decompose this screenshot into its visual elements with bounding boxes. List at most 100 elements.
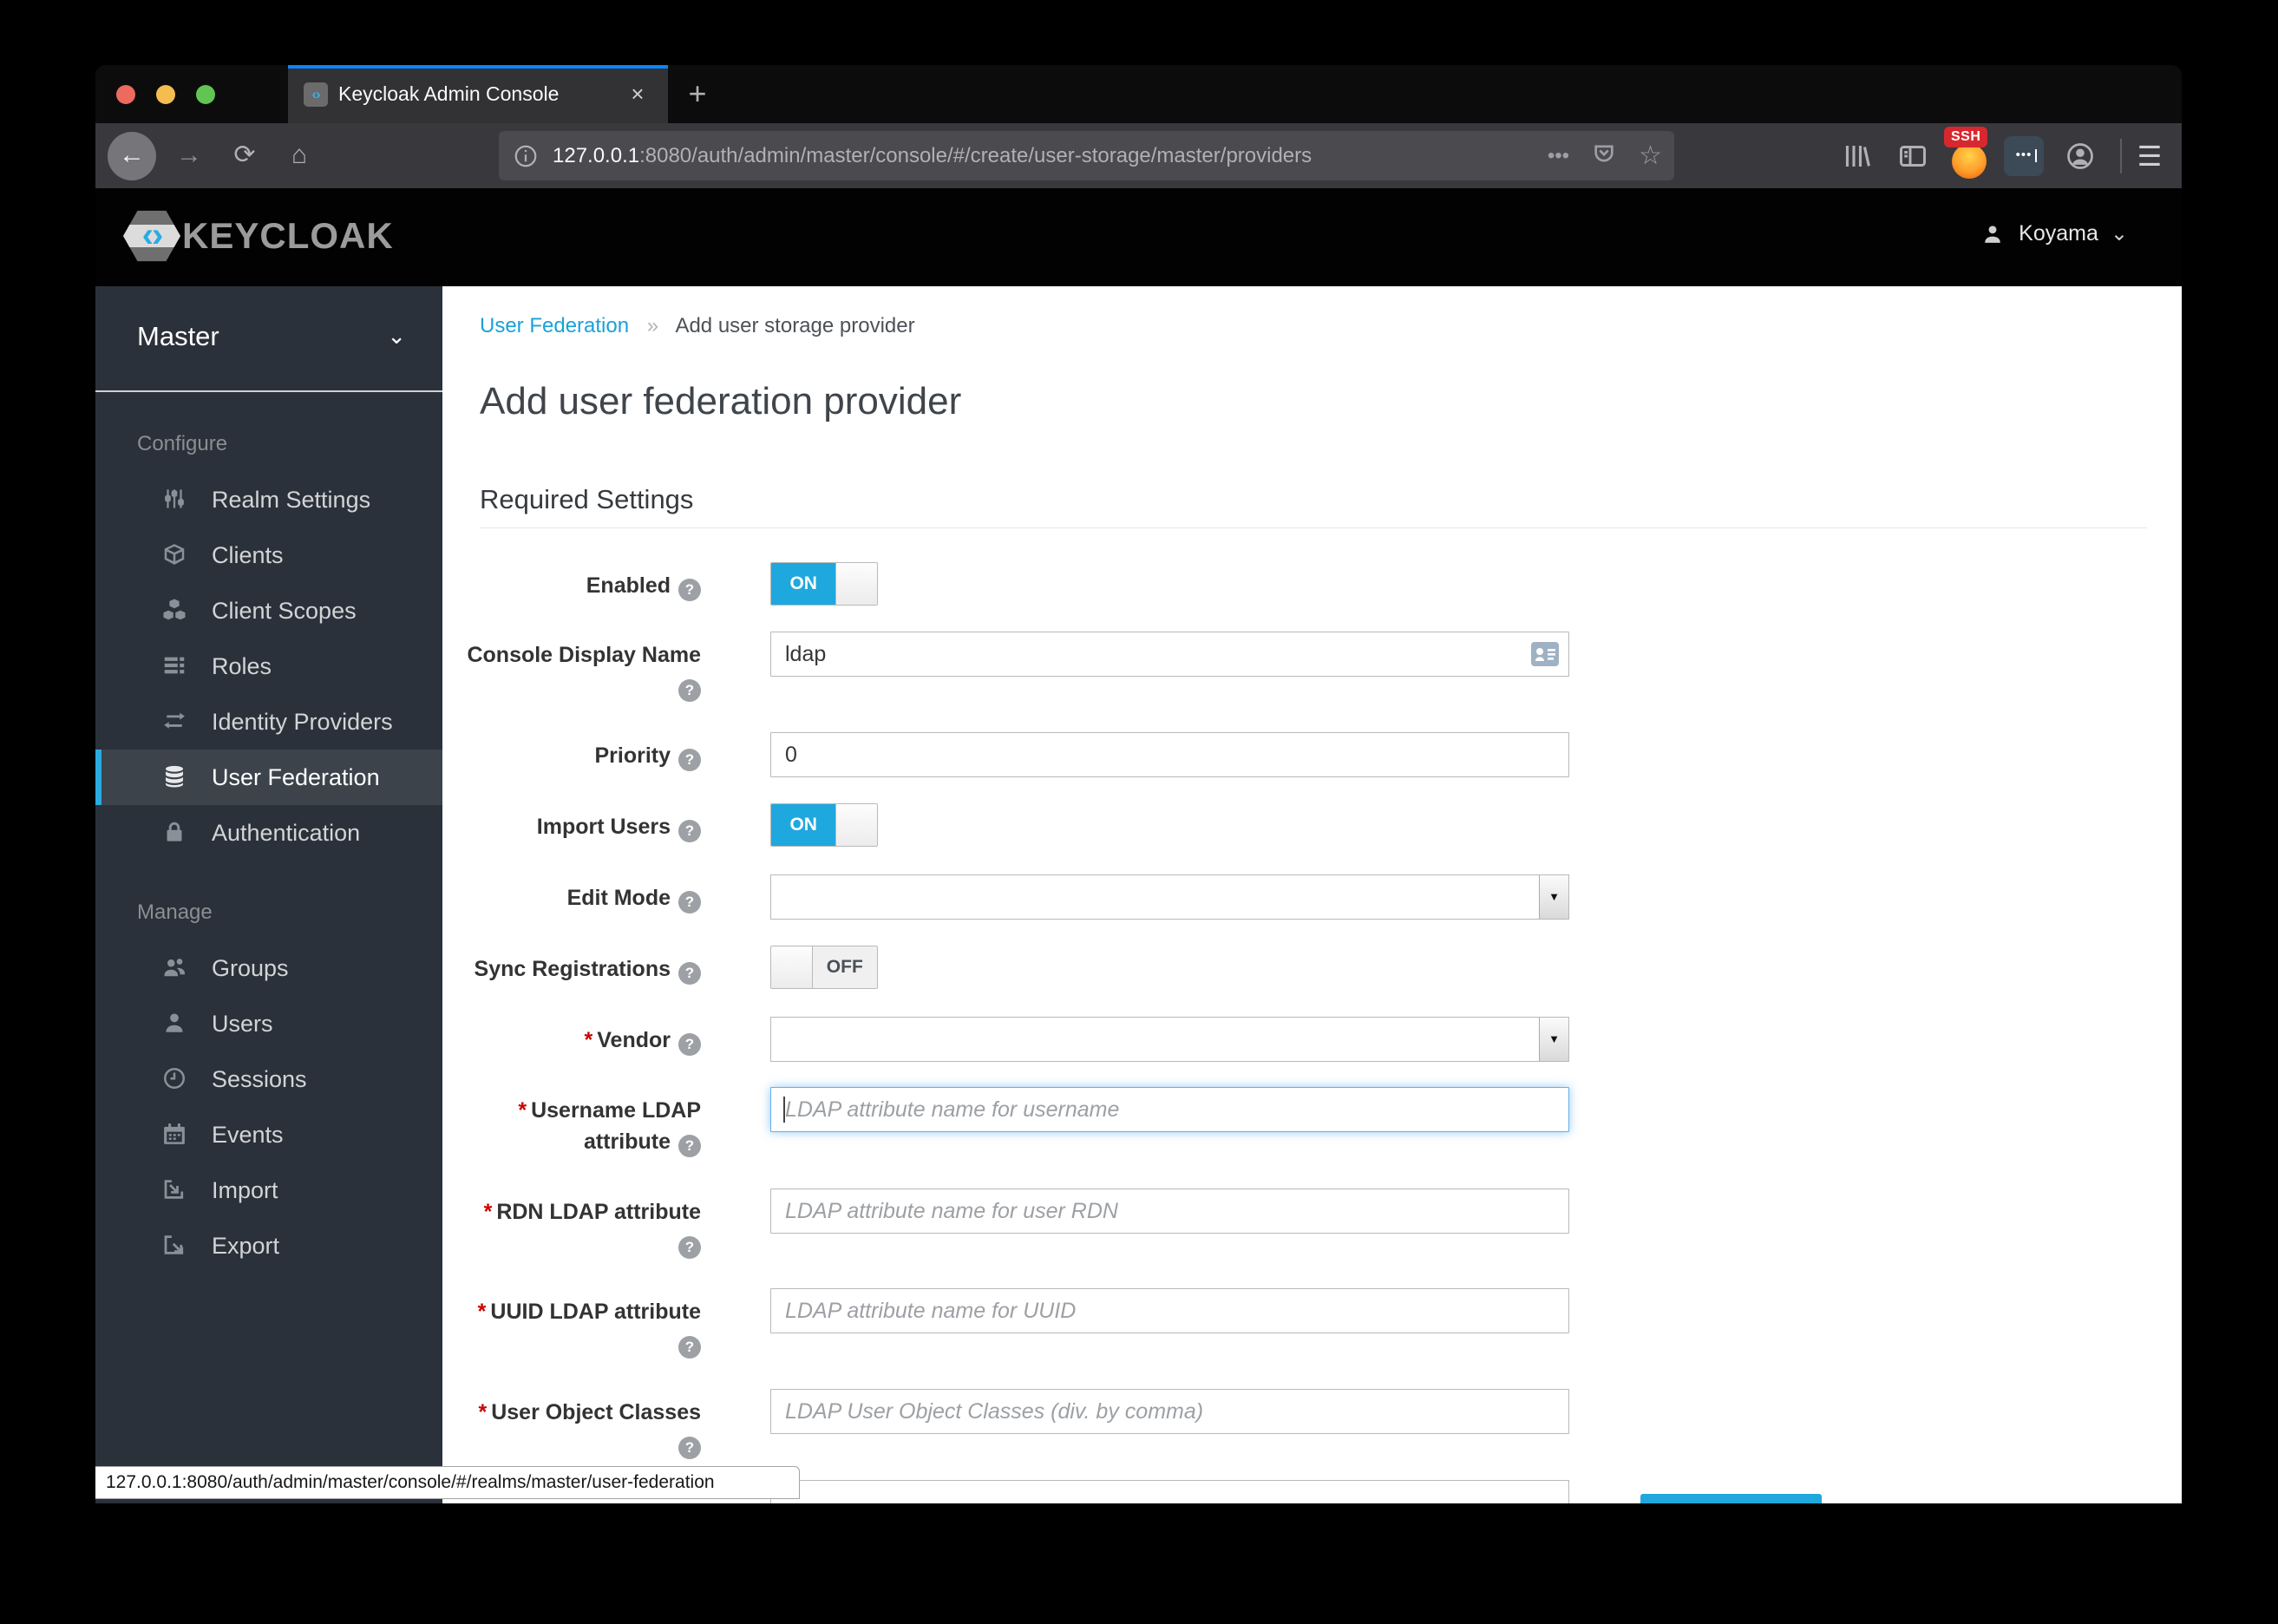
home-button[interactable]: ⌂	[275, 132, 324, 180]
help-icon[interactable]: ?	[678, 1135, 701, 1157]
new-tab-button[interactable]: +	[678, 75, 717, 114]
cube-icon	[161, 541, 189, 569]
password-dots: •••	[2015, 147, 2033, 162]
sidebar-item-user-federation[interactable]: User Federation	[95, 750, 442, 805]
url-bar[interactable]: 127.0.0.1:8080/auth/admin/master/console…	[499, 131, 1674, 180]
cubes-icon	[161, 597, 189, 625]
console-display-name-input[interactable]	[770, 632, 1569, 677]
field-label: User Object Classes	[491, 1400, 701, 1424]
pocket-icon[interactable]	[1592, 141, 1616, 170]
sidebar-toggle-icon[interactable]	[1891, 134, 1934, 178]
sidebar-item-identity-providers[interactable]: Identity Providers	[95, 694, 442, 750]
browser-window: ‹› Keycloak Admin Console × + ← → ⟳ ⌂ 12…	[95, 65, 2182, 1503]
password-caret	[2035, 149, 2037, 162]
calendar-icon	[161, 1121, 189, 1149]
clock-icon	[161, 1065, 189, 1093]
help-icon[interactable]: ?	[678, 679, 701, 702]
library-icon[interactable]	[1835, 134, 1878, 178]
required-marker: *	[483, 1200, 493, 1224]
back-button[interactable]: ←	[108, 132, 156, 180]
navigation-toolbar: ← → ⟳ ⌂ 127.0.0.1:8080/auth/admin/master…	[95, 123, 2182, 188]
user-menu[interactable]: Koyama ⌄	[1980, 221, 2128, 246]
user-object-classes-input[interactable]	[770, 1389, 1569, 1434]
select-arrow-icon: ▼	[1539, 875, 1568, 919]
enabled-toggle[interactable]: ON	[770, 562, 878, 606]
sync-registrations-toggle[interactable]: OFF	[770, 946, 878, 989]
exchange-arrows-icon	[161, 708, 189, 736]
site-info-icon[interactable]	[513, 143, 539, 169]
main-content: User Federation » Add user storage provi…	[442, 286, 2182, 1503]
import-users-toggle[interactable]: ON	[770, 803, 878, 847]
vendor-select[interactable]: ▼	[770, 1017, 1569, 1062]
list-icon	[161, 652, 189, 680]
tab-close-icon[interactable]: ×	[623, 79, 652, 108]
refresh-button[interactable]: ⟳	[220, 132, 269, 180]
macos-minimize-button[interactable]	[156, 85, 175, 104]
chevron-down-icon: ⌄	[387, 323, 406, 349]
help-icon[interactable]: ?	[678, 1236, 701, 1259]
save-button-partial[interactable]	[1640, 1494, 1822, 1503]
help-icon[interactable]: ?	[678, 579, 701, 601]
edit-mode-select[interactable]: ▼	[770, 874, 1569, 920]
account-icon[interactable]	[2059, 134, 2102, 178]
priority-input[interactable]	[770, 732, 1569, 777]
breadcrumb-link-user-federation[interactable]: User Federation	[480, 314, 629, 337]
keycloak-logo-icon: ‹›	[123, 210, 180, 262]
sidebar-item-events[interactable]: Events	[95, 1107, 442, 1162]
help-icon[interactable]: ?	[678, 1033, 701, 1056]
ssh-badge: SSH	[1944, 127, 1988, 147]
field-label: Sync Registrations	[474, 957, 671, 981]
user-icon	[1985, 225, 2000, 243]
help-icon[interactable]: ?	[678, 1437, 701, 1459]
rdn-ldap-attribute-input[interactable]	[770, 1189, 1569, 1234]
toggle-on-label: ON	[771, 563, 836, 605]
required-marker: *	[584, 1028, 593, 1052]
username-ldap-attribute-input[interactable]	[770, 1087, 1569, 1132]
macos-close-button[interactable]	[116, 85, 135, 104]
password-manager-icon[interactable]: •••	[2004, 136, 2044, 176]
menu-hamburger-icon[interactable]: ☰	[2125, 132, 2174, 180]
help-icon[interactable]: ?	[678, 749, 701, 771]
forward-button[interactable]: →	[165, 132, 213, 180]
section-divider	[480, 527, 2147, 528]
toggle-knob	[835, 804, 877, 846]
sidebar-item-client-scopes[interactable]: Client Scopes	[95, 583, 442, 638]
export-icon	[161, 1232, 189, 1260]
macos-zoom-button[interactable]	[196, 85, 215, 104]
sidebar-item-authentication[interactable]: Authentication	[95, 805, 442, 861]
help-icon[interactable]: ?	[678, 891, 701, 914]
keycloak-favicon-icon: ‹›	[304, 82, 328, 107]
sidebar-item-export[interactable]: Export	[95, 1218, 442, 1274]
sidebar: Master ⌄ Configure Realm Settings Client…	[95, 286, 442, 1503]
uuid-ldap-attribute-input[interactable]	[770, 1288, 1569, 1333]
sidebar-item-users[interactable]: Users	[95, 996, 442, 1051]
user-name: Koyama	[2019, 221, 2098, 246]
bookmark-star-icon[interactable]: ☆	[1639, 142, 1662, 169]
keycloak-logo: ‹› KEYCLOAK	[123, 209, 394, 263]
ssh-extension-icon[interactable]: SSH	[1944, 127, 1993, 180]
sidebar-item-groups[interactable]: Groups	[95, 940, 442, 996]
field-label: Username LDAP attribute	[531, 1098, 701, 1154]
browser-tab[interactable]: ‹› Keycloak Admin Console ×	[288, 65, 668, 123]
realm-selector[interactable]: Master ⌄	[95, 286, 442, 392]
help-icon[interactable]: ?	[678, 1336, 701, 1359]
sidebar-item-roles[interactable]: Roles	[95, 638, 442, 694]
sidebar-item-import[interactable]: Import	[95, 1162, 442, 1218]
page-actions-icon[interactable]: •••	[1548, 145, 1569, 167]
field-label: Enabled	[586, 573, 671, 598]
field-label: Priority	[594, 743, 671, 768]
field-label: Console Display Name	[467, 643, 701, 667]
url-path: :8080/auth/admin/master/console/#/create…	[639, 143, 1312, 167]
sidebar-item-clients[interactable]: Clients	[95, 527, 442, 583]
required-marker: *	[478, 1400, 488, 1424]
sliders-icon	[161, 486, 189, 514]
next-field-partial[interactable]	[770, 1480, 1569, 1503]
autofill-contact-icon[interactable]	[1531, 642, 1559, 671]
realm-name: Master	[137, 321, 219, 351]
help-icon[interactable]: ?	[678, 820, 701, 842]
sidebar-item-realm-settings[interactable]: Realm Settings	[95, 472, 442, 527]
help-icon[interactable]: ?	[678, 962, 701, 985]
toggle-on-label: ON	[771, 804, 836, 846]
sidebar-item-sessions[interactable]: Sessions	[95, 1051, 442, 1107]
url-text[interactable]: 127.0.0.1:8080/auth/admin/master/console…	[553, 144, 1525, 168]
